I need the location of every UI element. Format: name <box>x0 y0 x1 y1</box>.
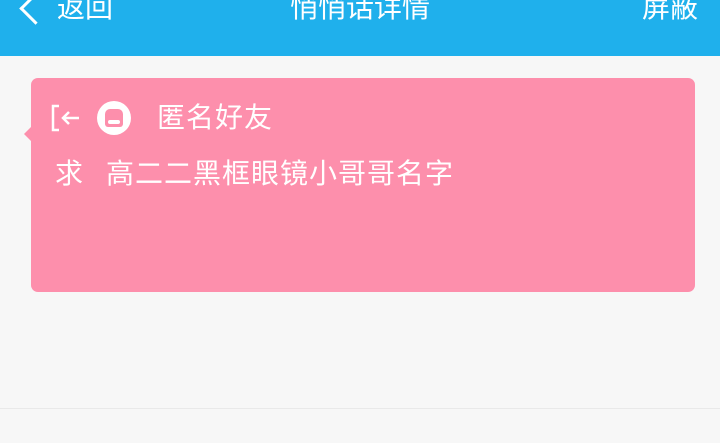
message-card: 匿名好友 求高二二黑框眼镜小哥哥名字 <box>24 78 695 292</box>
exit-icon[interactable] <box>49 102 85 134</box>
message-prefix: 求 <box>55 157 85 190</box>
bottom-divider <box>0 408 720 409</box>
sender-name: 匿名好友 <box>157 101 274 134</box>
card-pointer <box>24 127 31 141</box>
message-body: 求高二二黑框眼镜小哥哥名字 <box>55 154 454 194</box>
message-text: 高二二黑框眼镜小哥哥名字 <box>106 157 455 190</box>
page-title: 悄悄话详情 <box>289 0 430 24</box>
avatar <box>97 101 131 135</box>
top-app-bar: 返回 悄悄话详情 屏蔽 <box>0 0 720 56</box>
content-area: 匿名好友 求高二二黑框眼镜小哥哥名字 <box>0 56 720 443</box>
block-button[interactable]: 屏蔽 <box>642 0 698 28</box>
anonymous-avatar-icon <box>105 109 123 127</box>
card-header: 匿名好友 <box>49 100 273 136</box>
